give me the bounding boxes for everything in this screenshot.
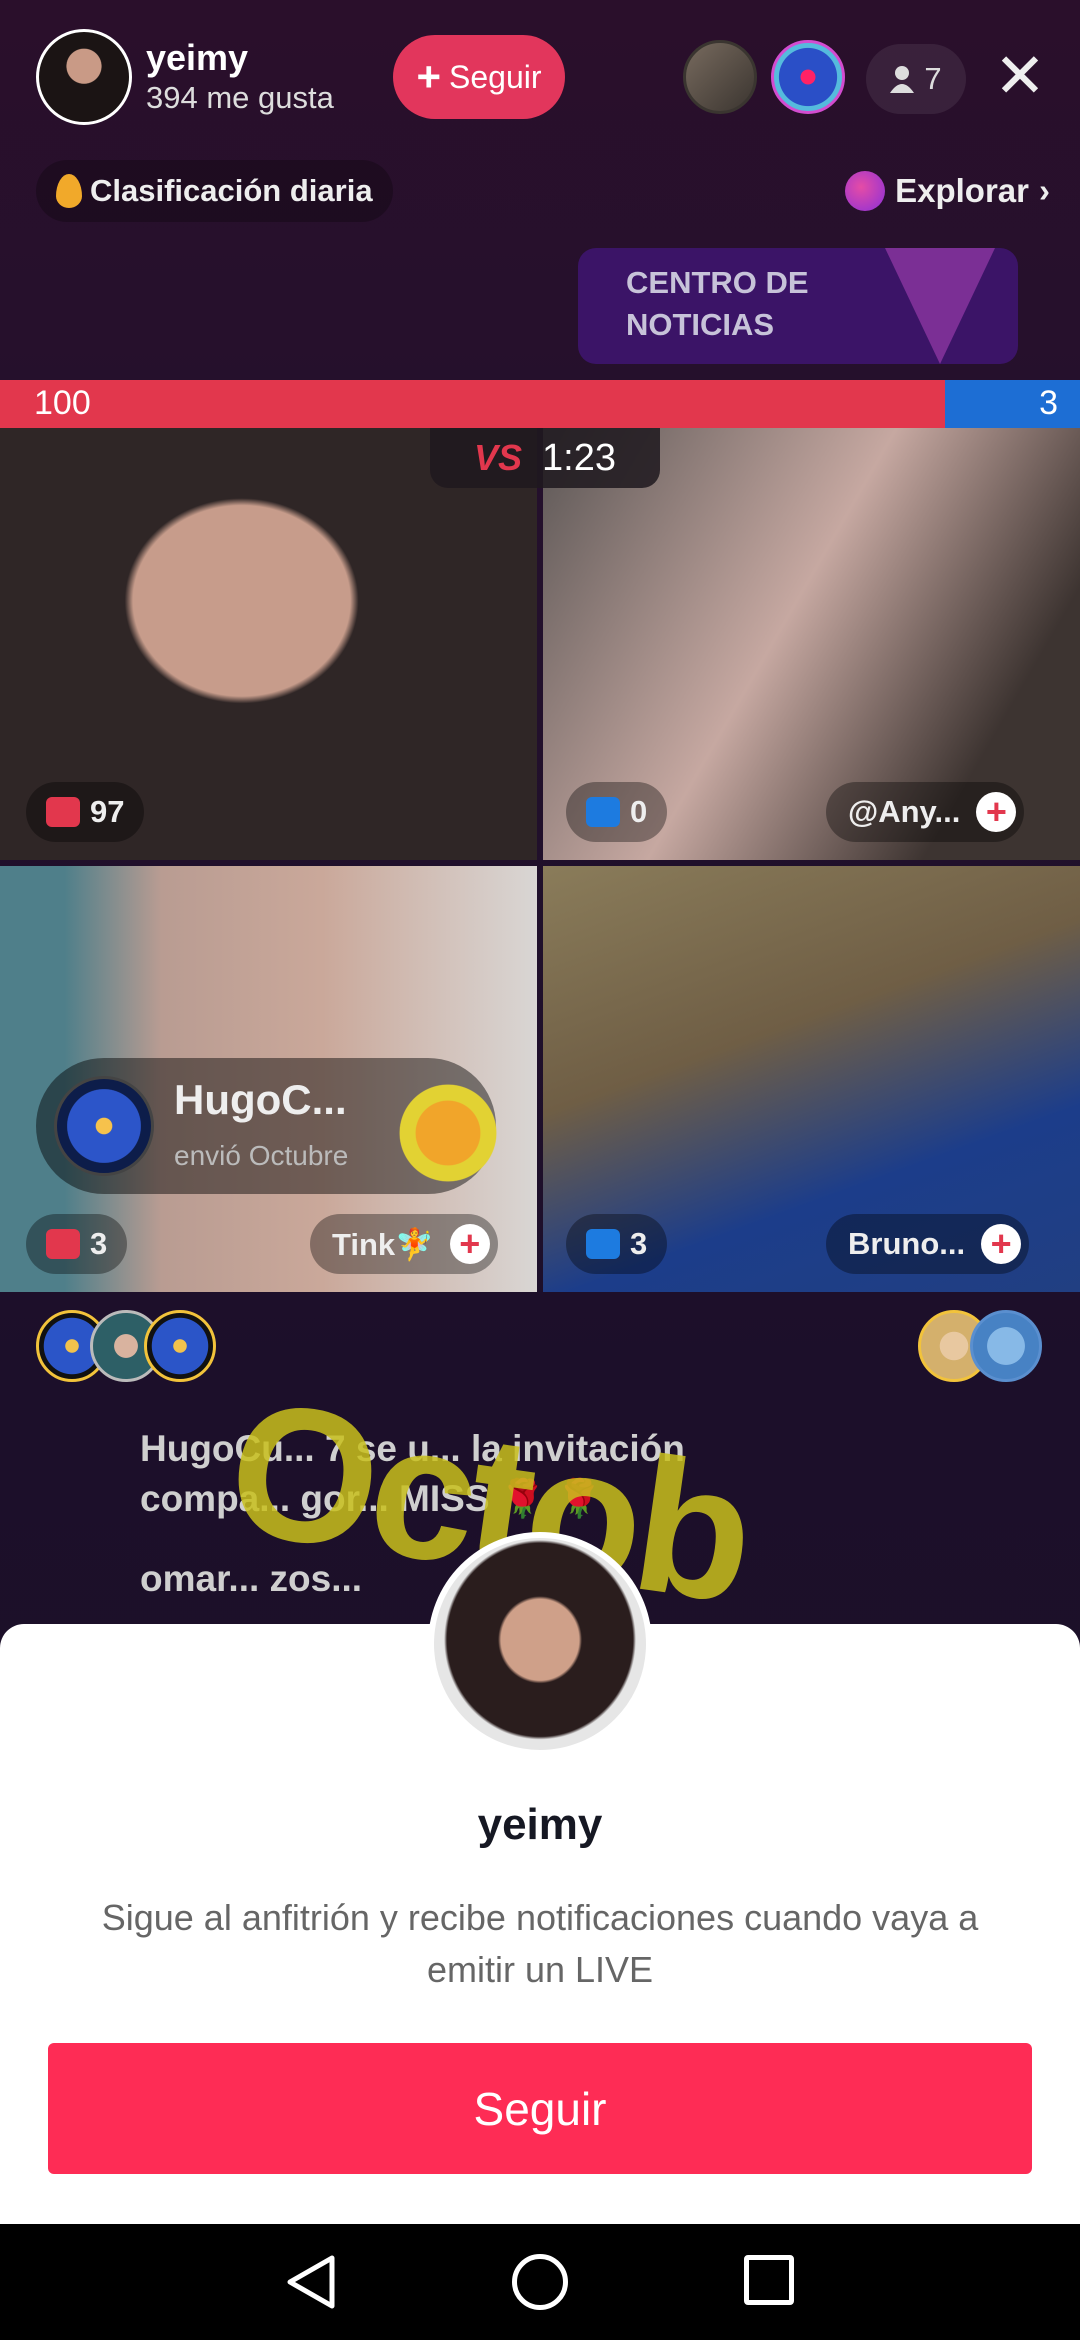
news-center-label: CENTRO DE NOTICIAS — [626, 265, 809, 342]
gift-count: 97 — [90, 794, 125, 829]
host-info[interactable]: yeimy 394 me gusta — [36, 22, 334, 132]
close-icon[interactable]: ✕ — [990, 42, 1050, 112]
gift-counter: 0 — [566, 782, 668, 842]
person-icon — [890, 66, 915, 93]
host-avatar[interactable] — [36, 29, 132, 125]
battle-timer-text: 1:23 — [542, 436, 616, 479]
host-name: yeimy — [146, 37, 249, 78]
battle-score-blue — [945, 380, 1080, 428]
team-member-avatar[interactable] — [970, 1310, 1042, 1382]
gift-icon — [586, 1229, 620, 1259]
flame-icon — [56, 174, 82, 208]
home-icon[interactable] — [512, 2254, 568, 2310]
gift-count: 0 — [630, 794, 648, 829]
gift-icon — [46, 1229, 80, 1259]
gift-counter: 3 — [566, 1214, 668, 1274]
gift-sticker — [388, 1080, 508, 1186]
recent-apps-icon[interactable] — [744, 2255, 794, 2305]
plus-icon[interactable]: + — [449, 1224, 490, 1264]
plus-icon[interactable]: + — [981, 1224, 1022, 1264]
news-center-banner[interactable]: CENTRO DE NOTICIAS — [578, 248, 1018, 364]
vs-icon: VS — [474, 437, 523, 478]
left-team-score: 100 — [34, 384, 91, 422]
follow-button[interactable]: Seguir — [48, 2043, 1032, 2174]
android-nav-bar — [0, 2224, 1080, 2340]
viewer-avatar[interactable] — [771, 40, 845, 114]
sheet-description: Sigue al anfitrión y recibe notificacion… — [101, 1897, 979, 1990]
sheet-host-avatar — [428, 1532, 652, 1756]
host-likes: 394 me gusta — [146, 80, 334, 115]
guest-name-tag[interactable]: @Any... + — [826, 782, 1025, 842]
guest-name-tag[interactable]: Tink🧚 + — [310, 1214, 498, 1274]
gift-counter: 97 — [26, 782, 145, 842]
guest-name: @Any... — [848, 794, 961, 829]
follow-host-button[interactable]: + Seguir — [393, 35, 565, 119]
chevron-right-icon: › — [1039, 172, 1050, 209]
gift-notification: HugoC... envió Octubre — [36, 1058, 508, 1194]
gift-icon — [586, 797, 620, 827]
daily-ranking-label: Clasificación diaria — [90, 173, 373, 208]
back-icon[interactable] — [284, 2254, 338, 2310]
daily-ranking-button[interactable]: Clasificación diaria — [36, 160, 393, 222]
battle-timer: VS 1:23 — [430, 428, 660, 488]
planet-icon — [845, 171, 886, 211]
gift-count: 3 — [90, 1226, 108, 1261]
team-member-avatar[interactable] — [144, 1310, 216, 1382]
battle-score-bar: 100 3 — [0, 380, 1080, 428]
plus-icon[interactable]: + — [976, 792, 1017, 832]
explore-button[interactable]: Explorar › — [845, 160, 1050, 222]
gift-counter: 3 — [26, 1214, 128, 1274]
guest-name: Bruno... — [848, 1226, 966, 1261]
viewer-count-button[interactable]: 7 — [866, 44, 966, 114]
gift-icon — [46, 797, 80, 827]
live-screen: yeimy 394 me gusta + Seguir 7 ✕ Clasific… — [0, 0, 1080, 2340]
plus-icon: + — [416, 53, 442, 100]
right-team-score: 3 — [1039, 384, 1058, 422]
guest-name-tag[interactable]: Bruno... + — [826, 1214, 1030, 1274]
news-decoration — [885, 248, 995, 364]
sheet-host-name: yeimy — [477, 1800, 603, 1849]
viewer-count: 7 — [924, 61, 942, 96]
guest-name: Tink🧚 — [332, 1226, 434, 1262]
gift-sender-avatar — [54, 1076, 154, 1176]
explore-label: Explorar — [895, 172, 1029, 209]
gift-sender-name: HugoC... — [174, 1076, 347, 1123]
gift-message: envió Octubre — [174, 1140, 349, 1171]
gift-count: 3 — [630, 1226, 648, 1261]
viewer-avatar[interactable] — [683, 40, 757, 114]
follow-host-label: Seguir — [449, 58, 542, 95]
